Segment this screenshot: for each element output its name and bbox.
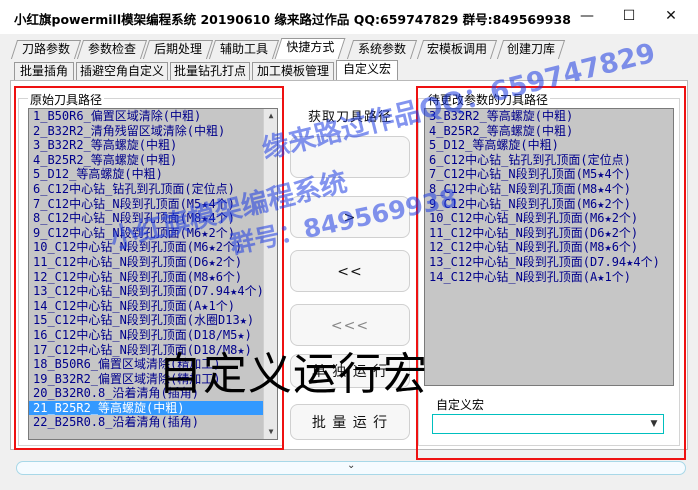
left-list-item[interactable]: 3_B32R2_等高螺旋(中粗) (29, 138, 277, 153)
chevron-down-icon[interactable]: ▼ (647, 417, 661, 431)
right-list-item[interactable]: 11_C12中心钻_N段到孔顶面(D6★2个) (425, 226, 673, 241)
left-list-item[interactable]: 1_B50R6_偏置区域清除(中粗) (29, 109, 277, 124)
subtab-custom-macro[interactable]: 自定义宏 (336, 60, 398, 81)
left-list-item[interactable]: 4_B25R2_等高螺旋(中粗) (29, 153, 277, 168)
left-list-item[interactable]: 5_D12_等高螺旋(中粗) (29, 167, 277, 182)
right-list-item[interactable]: 5_D12_等高螺旋(中粗) (425, 138, 673, 153)
left-list-item[interactable]: 14_C12中心钻_N段到孔顶面(A★1个) (29, 299, 277, 314)
left-list-item[interactable]: 22_B25R0.8_沿着清角(插角) (29, 415, 277, 430)
double-chevron-down-icon[interactable]: ⌄ (347, 460, 355, 471)
tab-toolpath-params[interactable]: 刀路参数 (10, 40, 82, 59)
left-list-item[interactable]: 13_C12中心钻_N段到孔顶面(D7.94★4个) (29, 284, 277, 299)
target-toolpath-list[interactable]: 3_B32R2_等高螺旋(中粗) 4_B25R2_等高螺旋(中粗) 5_D12_等高… (424, 108, 674, 386)
custom-macro-label: 自定义宏 (434, 396, 487, 413)
close-button[interactable]: ✕ (660, 6, 682, 26)
left-list-item[interactable]: 15_C12中心钻_N段到孔顶面(水圈D13★) (29, 313, 277, 328)
right-list-item[interactable]: 6_C12中心钻_钻孔到孔顶面(定位点) (425, 153, 673, 168)
tab-shortcuts[interactable]: 快捷方式 (274, 38, 346, 59)
right-list-item[interactable]: 10_C12中心钻_N段到孔顶面(M6★2个) (425, 211, 673, 226)
expand-bar[interactable]: ⌄ (16, 460, 686, 475)
right-list-item[interactable]: 7_C12中心钻_N段到孔顶面(M5★4个) (425, 167, 673, 182)
left-list-item[interactable]: 7_C12中心钻_N段到孔顶面(M5★4个) (29, 197, 277, 212)
left-list-item[interactable]: 8_C12中心钻_N段到孔顶面(M8★4个) (29, 211, 277, 226)
target-toolpath-title: 待更改参数的刀具路径 (426, 91, 551, 108)
window-title: 小红旗powermill模架编程系统 20190610 缘来路过作品 QQ:65… (14, 12, 571, 27)
batch-run-button[interactable]: 批 量 运 行 (290, 404, 410, 440)
caption-overlay: 自定义运行宏 (158, 349, 428, 400)
minimize-button[interactable]: — (576, 6, 598, 26)
subtab-avoid-corner[interactable]: 插避空角自定义 (76, 62, 168, 81)
sub-tab-row: 批量插角 插避空角自定义 批量钻孔打点 加工模板管理 自定义宏 (0, 59, 698, 81)
right-list-item[interactable]: 9_C12中心钻_N段到孔顶面(M6★2个) (425, 197, 673, 212)
scroll-up-icon[interactable]: ▲ (264, 109, 277, 123)
title-bar: 小红旗powermill模架编程系统 20190610 缘来路过作品 QQ:65… (0, 0, 698, 34)
left-list-item[interactable]: 11_C12中心钻_N段到孔顶面(D6★2个) (29, 255, 277, 270)
subtab-batch-drill[interactable]: 批量钻孔打点 (170, 62, 250, 81)
left-list-item[interactable]: 2_B32R2_清角残留区域清除(中粗) (29, 124, 277, 139)
move-right-button[interactable]: > (290, 196, 410, 238)
tab-create-toolbase[interactable]: 创建刀库 (496, 40, 566, 59)
right-list-item[interactable]: 4_B25R2_等高螺旋(中粗) (425, 124, 673, 139)
tab-aux-tools[interactable]: 辅助工具 (208, 40, 280, 59)
original-toolpath-title: 原始刀具路径 (28, 91, 105, 108)
left-list-item[interactable]: 10_C12中心钻_N段到孔顶面(M6★2个) (29, 240, 277, 255)
right-list-item[interactable]: 12_C12中心钻_N段到孔顶面(M8★6个) (425, 240, 673, 255)
right-list-item[interactable]: 13_C12中心钻_N段到孔顶面(D7.94★4个) (425, 255, 673, 270)
left-list-item[interactable]: 9_C12中心钻_N段到孔顶面(M6★2个) (29, 226, 277, 241)
subtab-template-manage[interactable]: 加工模板管理 (252, 62, 334, 81)
left-list-item[interactable]: 21_B25R2_等高螺旋(中粗) (29, 400, 277, 416)
maximize-button[interactable]: ☐ (618, 6, 640, 26)
tab-param-check[interactable]: 参数检查 (76, 40, 148, 59)
fetch-toolpath-button[interactable] (290, 136, 410, 178)
subtab-batch-insert[interactable]: 批量插角 (14, 62, 74, 81)
left-list-item[interactable]: 12_C12中心钻_N段到孔顶面(M8★6个) (29, 270, 277, 285)
right-list-item[interactable]: 8_C12中心钻_N段到孔顶面(M8★4个) (425, 182, 673, 197)
left-list-item[interactable]: 6_C12中心钻_钻孔到孔顶面(定位点) (29, 182, 277, 197)
tab-macro-template[interactable]: 宏模板调用 (416, 40, 498, 59)
fetch-toolpath-label: 获取刀具路径 (290, 104, 410, 130)
right-list-item[interactable]: 3_B32R2_等高螺旋(中粗) (425, 109, 673, 124)
move-left-button[interactable]: << (290, 250, 410, 292)
tab-post-process[interactable]: 后期处理 (142, 40, 214, 59)
right-list-item[interactable]: 14_C12中心钻_N段到孔顶面(A★1个) (425, 270, 673, 285)
custom-macro-select[interactable]: ▼ (432, 414, 664, 434)
scroll-down-icon[interactable]: ▼ (264, 425, 277, 439)
tab-system-params[interactable]: 系统参数 (346, 40, 418, 59)
main-tab-row: 刀路参数 参数检查 后期处理 辅助工具 快捷方式 系统参数 宏模板调用 创建刀库 (0, 37, 698, 59)
